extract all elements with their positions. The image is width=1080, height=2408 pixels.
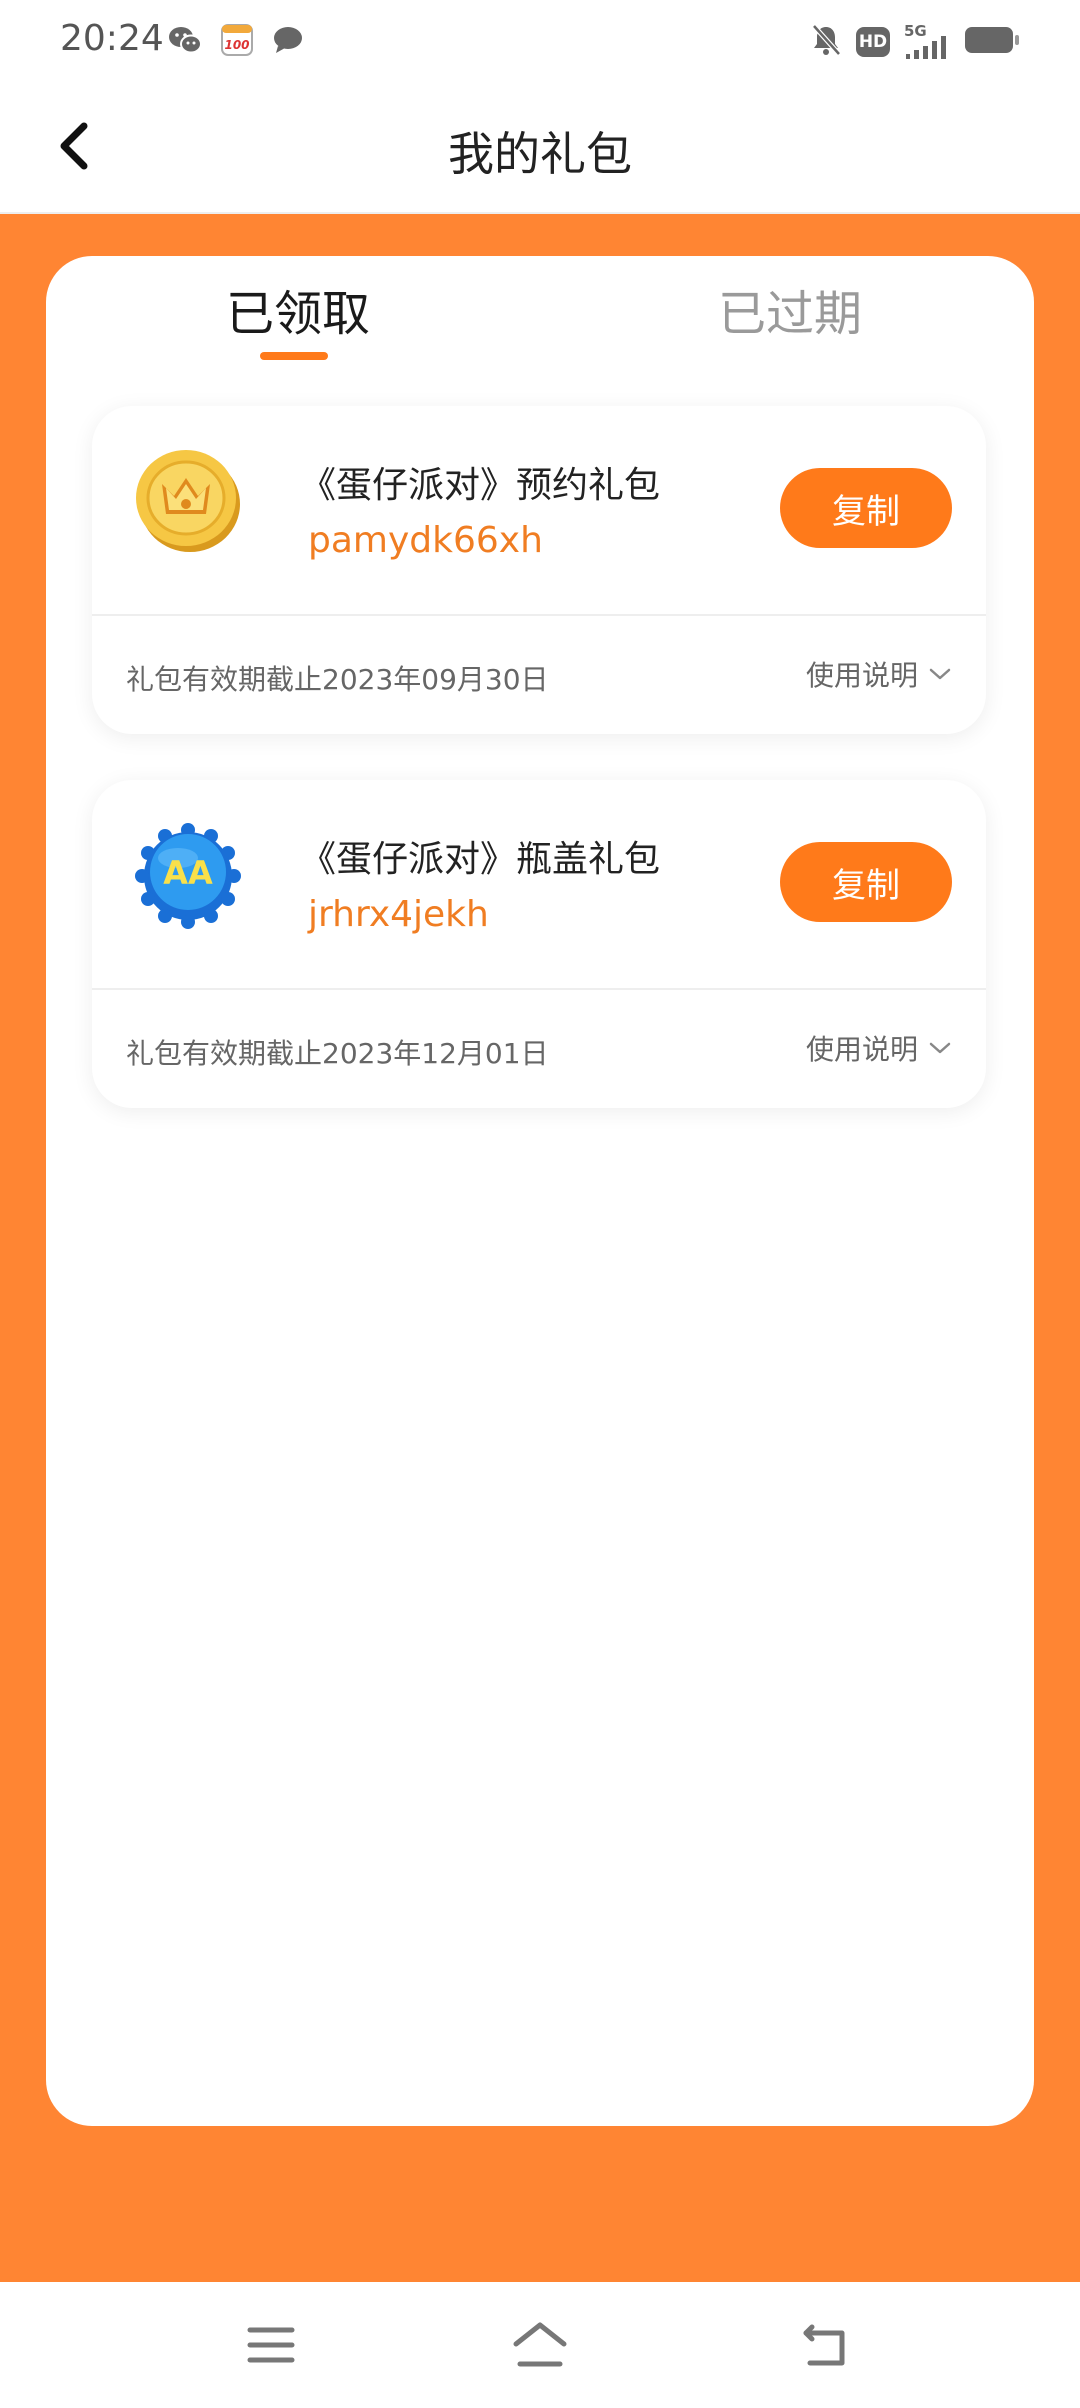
gift-card: AA 《蛋仔派对》瓶盖礼包 jrhrx4jekh 复制 礼包有效期截止2023年… — [92, 780, 986, 1108]
system-navigation-bar — [0, 2282, 1080, 2408]
usage-instructions-toggle[interactable]: 使用说明 — [806, 654, 952, 694]
signal-5g-icon: 5G — [904, 22, 950, 60]
calendar-100-icon: 100 — [220, 23, 254, 61]
card-divider — [92, 988, 986, 990]
gift-expiry: 礼包有效期截止2023年12月01日 — [126, 1037, 549, 1070]
message-icon — [272, 25, 304, 59]
gift-panel: 已领取 已过期 《蛋仔派对》预约礼包 pamydk66xh 复制 礼包有效期截止… — [46, 256, 1034, 2126]
copy-button[interactable]: 复制 — [780, 468, 952, 548]
back-icon — [803, 2324, 845, 2366]
status-bar: 20:24 100 HD 5G — [0, 0, 1080, 80]
bottle-cap-icon: AA — [132, 818, 244, 930]
gift-expiry: 礼包有效期截止2023年09月30日 — [126, 663, 549, 696]
home-icon — [513, 2322, 567, 2367]
tab-expired[interactable]: 已过期 — [718, 284, 862, 344]
home-button[interactable] — [505, 2312, 575, 2378]
copy-button[interactable]: 复制 — [780, 842, 952, 922]
gift-code: jrhrx4jekh — [308, 894, 489, 935]
usage-label: 使用说明 — [805, 1033, 918, 1066]
mute-bell-icon — [810, 23, 842, 61]
usage-instructions-toggle[interactable]: 使用说明 — [806, 1028, 952, 1068]
page-title: 我的礼包 — [448, 127, 632, 181]
gift-code: pamydk66xh — [308, 520, 543, 561]
system-back-button[interactable] — [790, 2312, 860, 2378]
chevron-down-icon — [929, 1042, 951, 1054]
gift-name: 《蛋仔派对》预约礼包 — [300, 465, 661, 506]
active-tab-indicator — [260, 352, 328, 360]
chevron-down-icon — [929, 668, 951, 680]
header: 我的礼包 — [0, 80, 1080, 214]
card-divider — [92, 614, 986, 616]
status-notification-icons: 100 — [168, 22, 304, 62]
tab-claimed[interactable]: 已领取 — [226, 284, 370, 344]
menu-icon — [247, 2327, 295, 2363]
crown-coin-icon — [132, 444, 244, 556]
hd-icon: HD — [856, 27, 890, 57]
status-time: 20:24 — [60, 18, 164, 59]
gift-card: 《蛋仔派对》预约礼包 pamydk66xh 复制 礼包有效期截止2023年09月… — [92, 406, 986, 734]
gift-name: 《蛋仔派对》瓶盖礼包 — [300, 839, 661, 880]
svg-text:100: 100 — [224, 38, 249, 52]
svg-text:AA: AA — [163, 854, 213, 892]
battery-icon — [964, 25, 1020, 59]
recent-apps-button[interactable] — [236, 2312, 306, 2378]
usage-label: 使用说明 — [805, 659, 918, 692]
status-system-icons: HD 5G — [810, 20, 1020, 64]
wechat-icon — [168, 25, 202, 59]
